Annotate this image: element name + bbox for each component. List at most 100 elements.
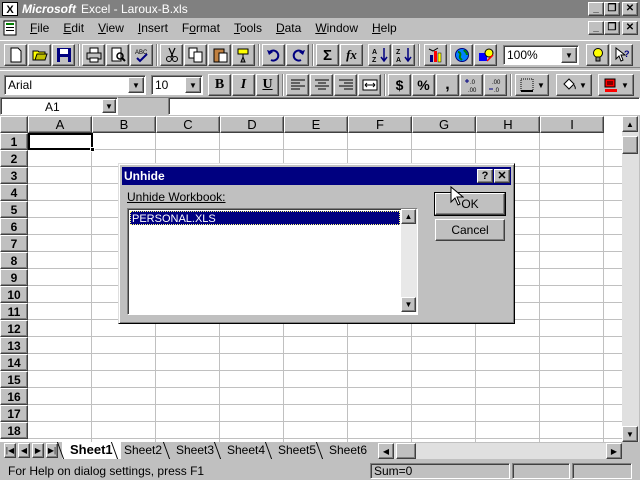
row-header-2[interactable]: 2 bbox=[0, 150, 28, 167]
help-pointer-button[interactable]: ? bbox=[610, 44, 633, 66]
horizontal-scrollbar[interactable]: ◀ ▶ bbox=[378, 443, 622, 459]
app-minimize-button[interactable]: _ bbox=[588, 2, 604, 16]
zoom-select[interactable]: 100% ▼ bbox=[503, 45, 579, 65]
column-header-b[interactable]: B bbox=[92, 116, 156, 133]
name-box-dropdown-icon[interactable]: ▼ bbox=[102, 99, 116, 113]
currency-style-button[interactable]: $ bbox=[388, 74, 411, 96]
chart-wizard-button[interactable] bbox=[424, 44, 447, 66]
menu-edit[interactable]: Edit bbox=[56, 19, 91, 37]
column-header-i[interactable]: I bbox=[540, 116, 604, 133]
column-header-f[interactable]: F bbox=[348, 116, 412, 133]
column-header-c[interactable]: C bbox=[156, 116, 220, 133]
row-header-4[interactable]: 4 bbox=[0, 184, 28, 201]
map-button[interactable] bbox=[450, 44, 473, 66]
menu-insert[interactable]: Insert bbox=[131, 19, 175, 37]
menu-tools[interactable]: Tools bbox=[227, 19, 269, 37]
zoom-dropdown-icon[interactable]: ▼ bbox=[561, 47, 577, 63]
workbook-list[interactable]: PERSONAL.XLS ▲ ▼ bbox=[127, 208, 418, 315]
dialog-help-button[interactable]: ? bbox=[477, 169, 493, 183]
new-button[interactable] bbox=[4, 44, 27, 66]
vertical-scroll-thumb[interactable] bbox=[622, 136, 638, 154]
row-header-14[interactable]: 14 bbox=[0, 354, 28, 371]
column-header-a[interactable]: A bbox=[28, 116, 92, 133]
font-name-dropdown-icon[interactable]: ▼ bbox=[128, 77, 144, 93]
first-sheet-icon[interactable]: |◀ bbox=[4, 443, 16, 458]
next-sheet-icon[interactable]: ▶ bbox=[32, 443, 44, 458]
last-sheet-icon[interactable]: ▶| bbox=[46, 443, 58, 458]
font-name-select[interactable]: Arial ▼ bbox=[4, 75, 146, 95]
print-button[interactable] bbox=[82, 44, 105, 66]
doc-restore-button[interactable]: ❐ bbox=[604, 21, 620, 35]
sort-ascending-button[interactable]: AZ bbox=[368, 44, 391, 66]
percent-style-button[interactable]: % bbox=[412, 74, 435, 96]
align-right-button[interactable] bbox=[334, 74, 357, 96]
spelling-button[interactable]: ABC bbox=[130, 44, 153, 66]
font-size-select[interactable]: 10 ▼ bbox=[151, 75, 203, 95]
font-color-button[interactable]: ▼ bbox=[598, 74, 634, 96]
menu-file[interactable]: File bbox=[23, 19, 56, 37]
row-header-12[interactable]: 12 bbox=[0, 320, 28, 337]
tip-wizard-button[interactable] bbox=[586, 44, 609, 66]
workbook-control-icon[interactable] bbox=[3, 20, 19, 36]
row-header-13[interactable]: 13 bbox=[0, 337, 28, 354]
autosum-button[interactable]: Σ bbox=[316, 44, 339, 66]
menu-format[interactable]: Format bbox=[175, 19, 227, 37]
row-header-3[interactable]: 3 bbox=[0, 167, 28, 184]
scroll-right-icon[interactable]: ▶ bbox=[606, 443, 622, 459]
merge-center-button[interactable] bbox=[358, 74, 381, 96]
sheet-tab-2[interactable]: Sheet2 bbox=[116, 442, 170, 459]
list-item[interactable]: PERSONAL.XLS bbox=[130, 211, 400, 225]
doc-close-button[interactable]: ✕ bbox=[622, 21, 638, 35]
list-scroll-up-icon[interactable]: ▲ bbox=[401, 209, 416, 224]
menu-window[interactable]: Window bbox=[308, 19, 365, 37]
row-header-5[interactable]: 5 bbox=[0, 201, 28, 218]
row-header-8[interactable]: 8 bbox=[0, 252, 28, 269]
row-header-15[interactable]: 15 bbox=[0, 371, 28, 388]
dialog-close-button[interactable]: ✕ bbox=[494, 169, 510, 183]
underline-button[interactable]: U bbox=[256, 74, 279, 96]
menu-view[interactable]: View bbox=[91, 19, 131, 37]
cut-button[interactable] bbox=[160, 44, 183, 66]
active-cell-a1[interactable] bbox=[28, 133, 95, 152]
prev-sheet-icon[interactable]: ◀ bbox=[18, 443, 30, 458]
undo-button[interactable] bbox=[262, 44, 285, 66]
align-left-button[interactable] bbox=[286, 74, 309, 96]
decrease-decimal-button[interactable]: .00.0 bbox=[484, 74, 507, 96]
open-button[interactable] bbox=[28, 44, 51, 66]
scroll-down-icon[interactable]: ▼ bbox=[622, 426, 638, 442]
align-center-button[interactable] bbox=[310, 74, 333, 96]
list-scroll-down-icon[interactable]: ▼ bbox=[401, 297, 416, 312]
format-painter-button[interactable] bbox=[232, 44, 255, 66]
column-header-h[interactable]: H bbox=[476, 116, 540, 133]
scroll-up-icon[interactable]: ▲ bbox=[622, 116, 638, 132]
list-scrollbar[interactable]: ▲ ▼ bbox=[401, 209, 417, 312]
row-header-17[interactable]: 17 bbox=[0, 405, 28, 422]
row-header-16[interactable]: 16 bbox=[0, 388, 28, 405]
row-header-1[interactable]: 1 bbox=[0, 133, 28, 150]
redo-button[interactable] bbox=[286, 44, 309, 66]
vertical-scrollbar[interactable]: ▲ ▼ bbox=[622, 116, 639, 442]
menu-help[interactable]: Help bbox=[365, 19, 404, 37]
function-wizard-button[interactable]: fx bbox=[340, 44, 363, 66]
app-restore-button[interactable]: ❐ bbox=[604, 2, 620, 16]
row-header-11[interactable]: 11 bbox=[0, 303, 28, 320]
row-header-18[interactable]: 18 bbox=[0, 422, 28, 439]
font-size-dropdown-icon[interactable]: ▼ bbox=[185, 77, 201, 93]
formula-input[interactable] bbox=[168, 97, 640, 115]
save-button[interactable] bbox=[52, 44, 75, 66]
horizontal-scroll-thumb[interactable] bbox=[396, 443, 416, 459]
row-header-10[interactable]: 10 bbox=[0, 286, 28, 303]
column-header-g[interactable]: G bbox=[412, 116, 476, 133]
name-box[interactable]: A1 ▼ bbox=[0, 97, 118, 115]
fill-handle[interactable] bbox=[90, 147, 95, 152]
scroll-left-icon[interactable]: ◀ bbox=[378, 443, 394, 459]
fill-color-button[interactable]: ▼ bbox=[556, 74, 592, 96]
bold-button[interactable]: B bbox=[208, 74, 231, 96]
sheet-tab-6[interactable]: Sheet6 bbox=[321, 442, 375, 459]
select-all-corner[interactable] bbox=[0, 116, 28, 133]
borders-button[interactable]: ▼ bbox=[515, 74, 549, 96]
print-preview-button[interactable] bbox=[106, 44, 129, 66]
app-close-button[interactable]: ✕ bbox=[622, 2, 638, 16]
paste-button[interactable] bbox=[208, 44, 231, 66]
increase-decimal-button[interactable]: .0.00 bbox=[460, 74, 483, 96]
